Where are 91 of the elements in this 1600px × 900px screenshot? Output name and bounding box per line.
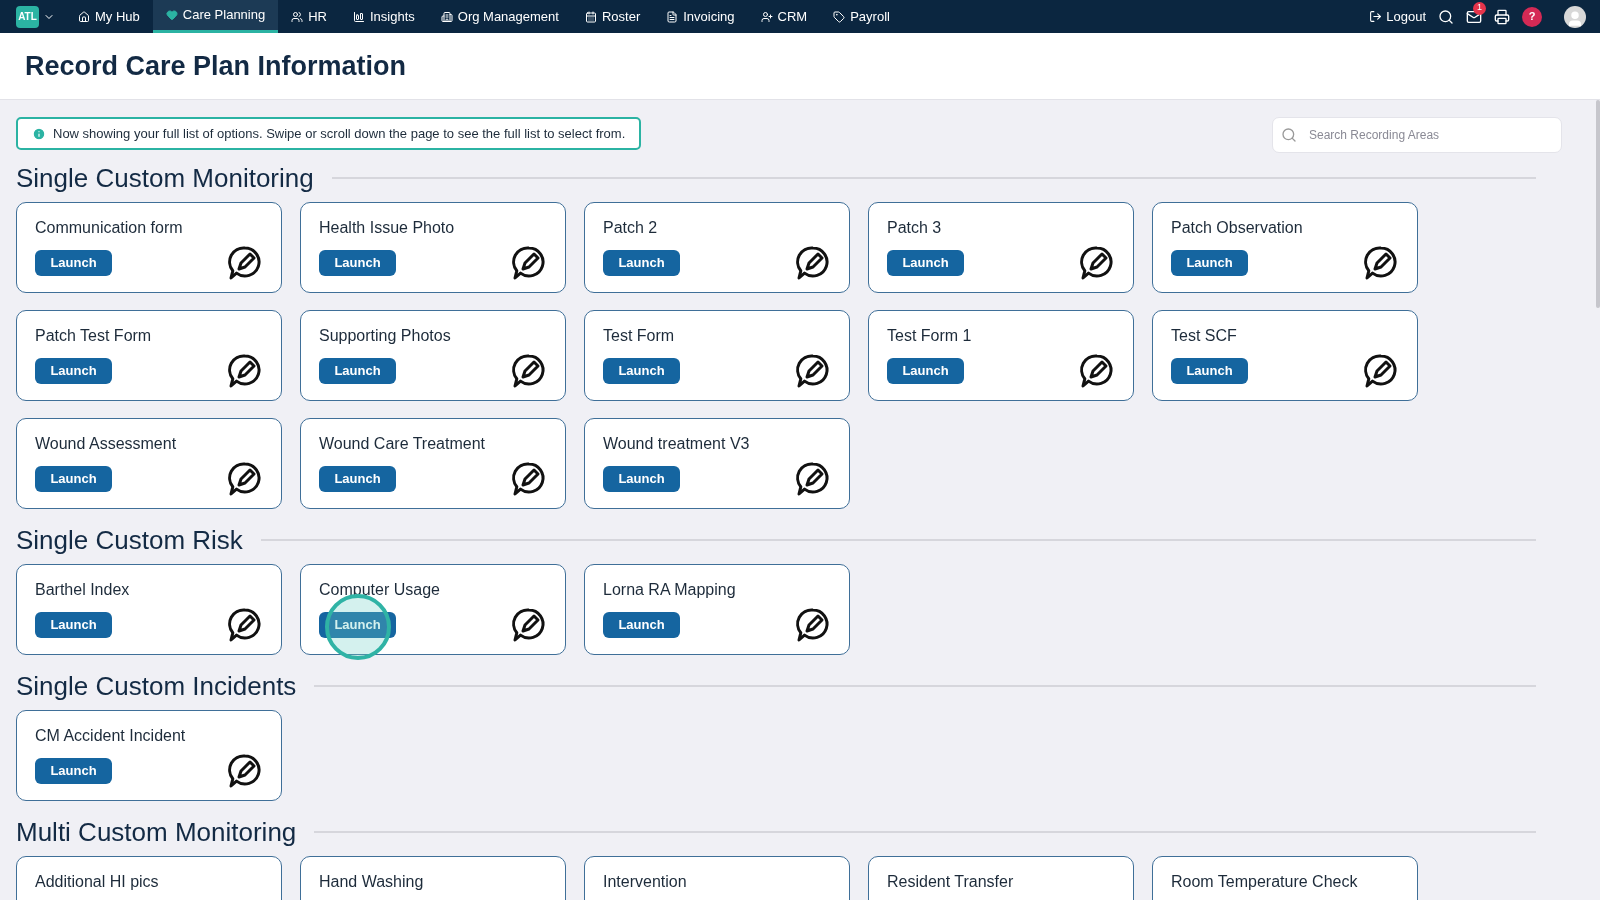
launch-button[interactable]: Launch bbox=[35, 358, 112, 384]
info-message: Now showing your full list of options. Swipe or scroll down the page to see the full list to select from. bbox=[53, 124, 626, 143]
search-field[interactable]: Search Recording Areas bbox=[1272, 117, 1562, 153]
speech-bubble-pencil-icon bbox=[227, 461, 263, 497]
form-name: Test Form 1 bbox=[887, 326, 973, 346]
form-name: Supporting Photos bbox=[319, 326, 452, 346]
building-icon bbox=[440, 10, 453, 23]
printer-icon[interactable] bbox=[1494, 8, 1510, 25]
nav-tab[interactable]: Care Planning bbox=[152, 0, 279, 33]
form-name: Intervention bbox=[603, 872, 688, 892]
speech-bubble-pencil-icon bbox=[511, 245, 547, 281]
nav-tab[interactable]: Roster bbox=[571, 0, 654, 33]
speech-bubble-pencil-icon bbox=[227, 753, 263, 789]
page-title: Record Care Plan Information bbox=[25, 49, 407, 83]
form-name: Patch 3 bbox=[887, 218, 943, 238]
speech-bubble-pencil-icon bbox=[1363, 245, 1399, 281]
form-name: Hand Washing bbox=[319, 872, 425, 892]
form-name: Computer Usage bbox=[319, 580, 441, 600]
launch-button[interactable]: Launch bbox=[35, 250, 112, 276]
form-name: Wound Assessment bbox=[35, 434, 178, 454]
form-name: Barthel Index bbox=[35, 580, 131, 600]
form-name: Room Temperature Check bbox=[1171, 872, 1359, 892]
speech-bubble-pencil-icon bbox=[1079, 353, 1115, 389]
form-name: Communication form bbox=[35, 218, 184, 238]
speech-bubble-pencil-icon bbox=[511, 461, 547, 497]
form-name: Patch Observation bbox=[1171, 218, 1304, 238]
help-button[interactable]: ? bbox=[1522, 6, 1542, 27]
form-name: Lorna RA Mapping bbox=[603, 580, 737, 600]
launch-button[interactable]: Launch bbox=[319, 466, 396, 492]
launch-button[interactable]: Launch bbox=[603, 466, 680, 492]
launch-button[interactable]: Launch bbox=[35, 758, 112, 784]
launch-button[interactable]: Launch bbox=[1171, 250, 1248, 276]
launch-button[interactable]: Launch bbox=[319, 250, 396, 276]
info-icon bbox=[32, 126, 46, 141]
speech-bubble-pencil-icon bbox=[227, 353, 263, 389]
nav-tab[interactable]: Org Management bbox=[427, 0, 572, 33]
speech-bubble-pencil-icon bbox=[511, 607, 547, 643]
nav-tab[interactable]: Payroll bbox=[820, 0, 903, 33]
nav-tab[interactable]: HR bbox=[278, 0, 340, 33]
speech-bubble-pencil-icon bbox=[795, 245, 831, 281]
launch-button[interactable]: Launch bbox=[35, 612, 112, 638]
search-icon bbox=[1281, 127, 1297, 143]
speech-bubble-pencil-icon bbox=[1363, 353, 1399, 389]
speech-bubble-pencil-icon bbox=[227, 245, 263, 281]
notification-badge: 1 bbox=[1473, 1, 1486, 15]
logout-button[interactable]: Logout bbox=[1369, 6, 1426, 27]
speech-bubble-pencil-icon bbox=[511, 353, 547, 389]
launch-button[interactable]: Launch bbox=[887, 250, 964, 276]
form-name: Test Form bbox=[603, 326, 676, 346]
section-heading: Single Custom Incidents bbox=[16, 669, 297, 703]
section-heading: Single Custom Monitoring bbox=[16, 161, 314, 195]
launch-button[interactable]: Launch bbox=[887, 358, 964, 384]
section-heading: Multi Custom Monitoring bbox=[16, 815, 297, 849]
form-name: Patch 2 bbox=[603, 218, 659, 238]
nav-tab[interactable]: My Hub bbox=[65, 0, 153, 33]
scrollbar-thumb[interactable] bbox=[1596, 100, 1600, 308]
speech-bubble-pencil-icon bbox=[227, 607, 263, 643]
document-icon bbox=[666, 10, 679, 23]
launch-button[interactable]: Launch bbox=[603, 250, 680, 276]
speech-bubble-pencil-icon bbox=[795, 461, 831, 497]
form-name: CM Accident Incident bbox=[35, 726, 187, 746]
heart-icon bbox=[165, 9, 178, 21]
nav-tab[interactable]: Invoicing bbox=[653, 0, 748, 33]
form-name: Patch Test Form bbox=[35, 326, 153, 346]
launch-button[interactable]: Launch bbox=[1171, 358, 1248, 384]
form-name: Test SCF bbox=[1171, 326, 1238, 346]
nav-tab[interactable]: Insights bbox=[339, 0, 428, 33]
nav-tab[interactable]: CRM bbox=[747, 0, 821, 33]
avatar[interactable] bbox=[1564, 5, 1586, 28]
form-name: Wound Care Treatment bbox=[319, 434, 486, 454]
launch-button[interactable]: Launch bbox=[319, 358, 396, 384]
speech-bubble-pencil-icon bbox=[1079, 245, 1115, 281]
launch-button[interactable]: Launch bbox=[35, 466, 112, 492]
speech-bubble-pencil-icon bbox=[795, 607, 831, 643]
search-icon[interactable] bbox=[1438, 8, 1454, 25]
users-icon bbox=[291, 10, 304, 23]
user-plus-icon bbox=[760, 10, 773, 23]
launch-button[interactable]: Launch bbox=[603, 358, 680, 384]
form-name: Additional HI pics bbox=[35, 872, 160, 892]
form-name: Resident Transfer bbox=[887, 872, 1015, 892]
form-name: Wound treatment V3 bbox=[603, 434, 751, 454]
chart-icon bbox=[352, 10, 365, 23]
home-icon bbox=[78, 10, 90, 23]
section-heading: Single Custom Risk bbox=[16, 523, 243, 557]
calendar-icon bbox=[584, 10, 597, 23]
launch-button[interactable]: Launch bbox=[603, 612, 680, 638]
tag-icon bbox=[833, 10, 846, 23]
form-name: Health Issue Photo bbox=[319, 218, 456, 238]
speech-bubble-pencil-icon bbox=[795, 353, 831, 389]
logout-icon bbox=[1369, 10, 1383, 23]
launch-button[interactable]: Launch bbox=[319, 612, 396, 638]
